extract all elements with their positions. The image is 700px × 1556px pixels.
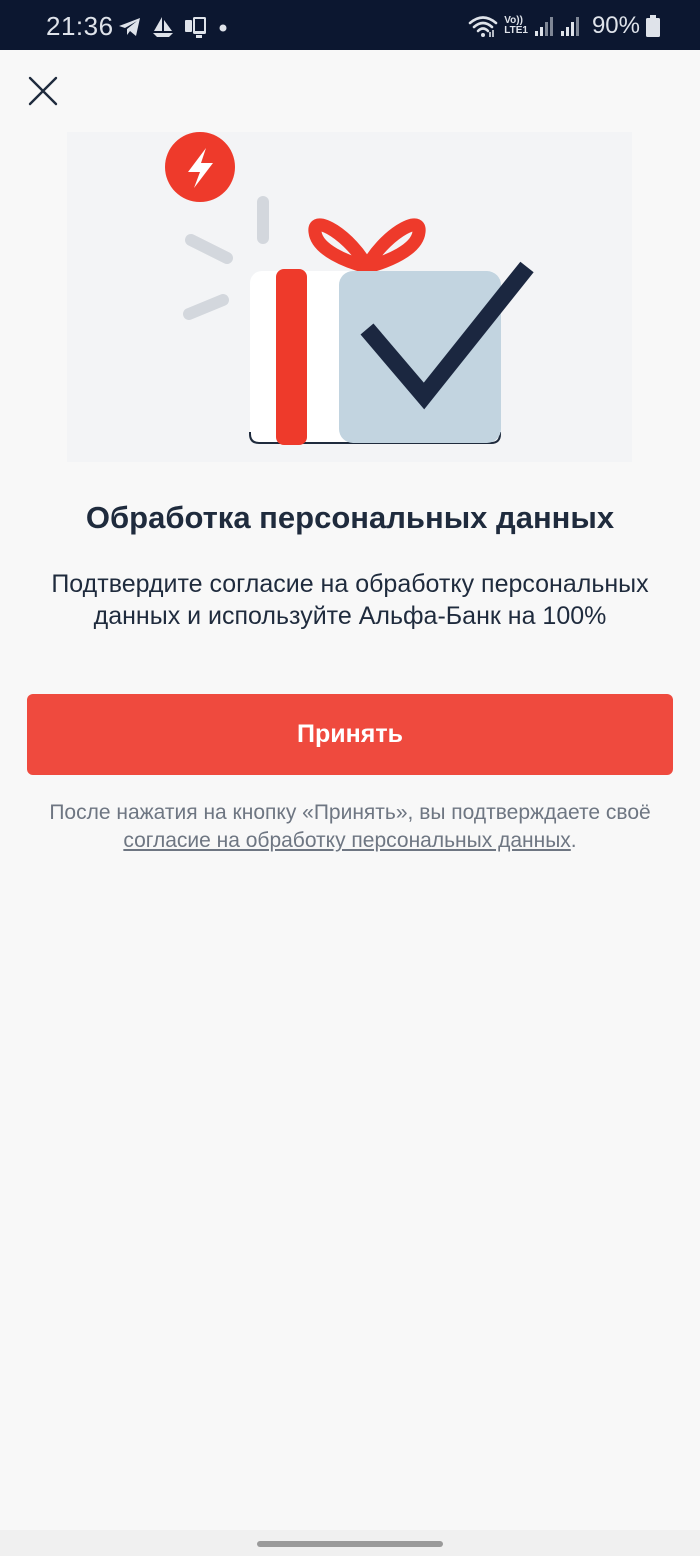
signal-icon — [534, 17, 553, 36]
gift-illustration — [67, 132, 632, 462]
navigation-bar — [0, 1530, 700, 1556]
sparkle-line — [185, 234, 233, 264]
status-notification-icons — [118, 16, 228, 38]
home-indicator[interactable] — [257, 1541, 443, 1547]
notification-dot-icon — [219, 24, 227, 32]
description-text: Подтвердите согласие на обработку персон… — [51, 570, 649, 630]
phone-tablet-icon — [185, 17, 206, 38]
gift-card-front — [339, 271, 501, 443]
accept-button[interactable]: Принять — [27, 694, 673, 775]
status-system-icons: Vo)) LTE1 90% — [468, 13, 660, 39]
gift-card-check-illustration — [165, 132, 534, 445]
close-button[interactable] — [24, 72, 62, 110]
sailboat-icon — [153, 17, 173, 37]
gift-ribbon — [276, 269, 307, 445]
telegram-icon — [119, 18, 140, 36]
footnote-text: После нажатия на кнопку «Принять», вы по… — [49, 801, 651, 824]
consent-footnote: После нажатия на кнопку «Принять», вы по… — [20, 799, 680, 855]
footnote-suffix: . — [570, 829, 577, 852]
gift-bow-left — [308, 218, 374, 274]
volte-indicator: Vo)) LTE1 — [504, 15, 528, 36]
status-time: 21:36 — [46, 11, 114, 41]
consent-link[interactable]: согласие на обработку персональных данны… — [123, 829, 570, 852]
page-title: Обработка персональных данных — [85, 500, 615, 535]
signal-icon — [560, 17, 579, 36]
battery-percent: 90% — [591, 12, 640, 39]
sparkle-line — [183, 294, 229, 320]
battery-icon — [646, 15, 660, 37]
gift-bow-right — [360, 218, 426, 274]
status-bar: 21:36 Vo)) LTE1 90% — [0, 0, 700, 50]
wifi-icon — [468, 16, 498, 37]
close-icon — [28, 76, 58, 106]
